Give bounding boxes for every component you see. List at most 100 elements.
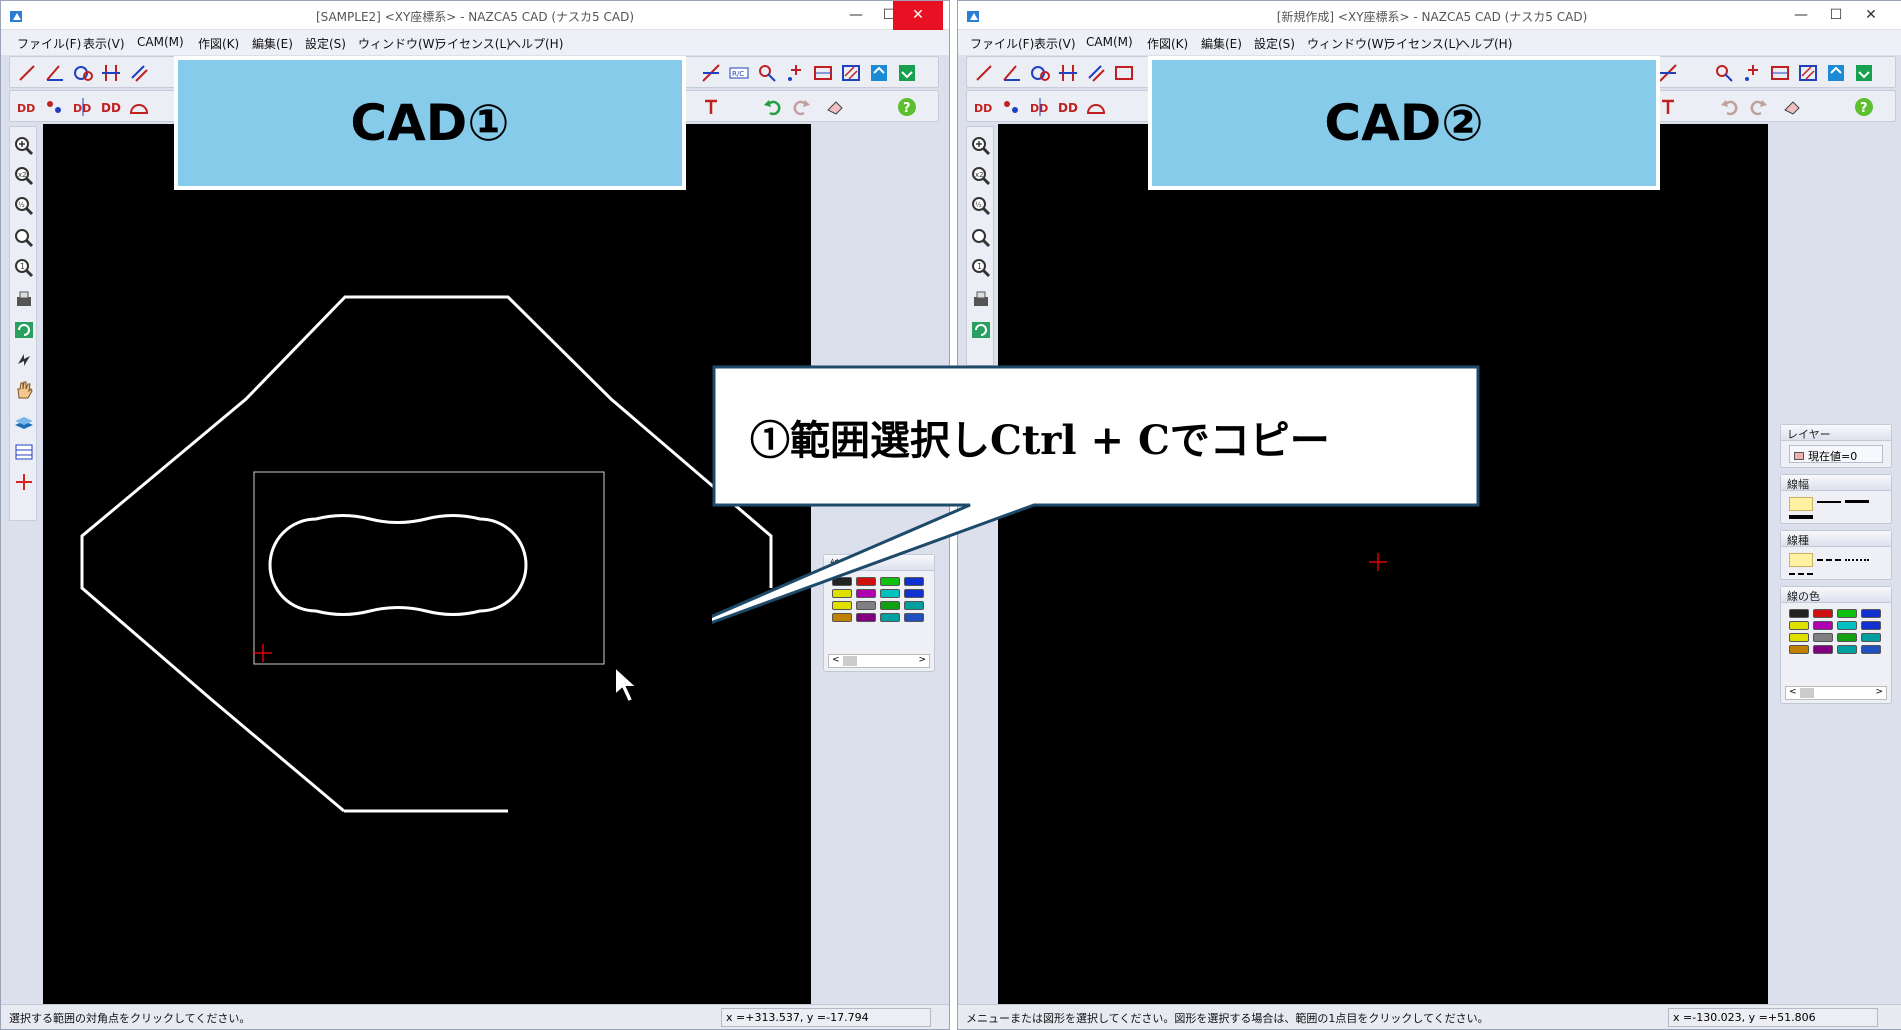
menu-window[interactable]: ウィンドウ(W) [1307, 35, 1388, 52]
close-button[interactable]: ✕ [1848, 1, 1894, 30]
line-width-thin[interactable] [1789, 497, 1813, 511]
color-swatch[interactable] [832, 577, 852, 586]
circle-tool-icon[interactable] [72, 62, 94, 84]
line-type-solid[interactable] [1789, 553, 1813, 567]
zoom-in-icon[interactable] [13, 135, 35, 157]
scroll-thumb[interactable] [843, 656, 857, 666]
scroll-thumb[interactable] [1800, 688, 1814, 698]
dimension-tool-icon[interactable] [812, 62, 834, 84]
line-type-dotted[interactable] [1845, 559, 1869, 561]
menu-help[interactable]: ヘルプ(H) [1458, 35, 1512, 52]
refresh-view-icon[interactable] [970, 319, 992, 341]
mirror-icon[interactable]: DD [1029, 96, 1051, 118]
color-swatch[interactable] [880, 577, 900, 586]
color-swatch[interactable] [1813, 621, 1833, 630]
dot-dimension-icon[interactable]: DD [16, 96, 38, 118]
color-swatch[interactable] [1861, 633, 1881, 642]
color-swatch[interactable] [856, 577, 876, 586]
line-tool-icon[interactable] [16, 62, 38, 84]
dot-align-icon[interactable] [44, 96, 66, 118]
layers-icon[interactable] [13, 411, 35, 433]
refresh-view-icon[interactable] [13, 319, 35, 341]
printer-icon[interactable] [970, 289, 992, 311]
color-swatch[interactable] [1837, 621, 1857, 630]
offset-tool-icon[interactable] [1085, 62, 1107, 84]
zoom-fit-icon[interactable]: 1 [13, 257, 35, 279]
line-type-dashed[interactable] [1817, 559, 1841, 561]
color-swatch[interactable] [856, 589, 876, 598]
swap-icon[interactable] [13, 349, 35, 371]
text-tool-icon[interactable] [1657, 96, 1679, 118]
menu-cam[interactable]: CAM(M) [1086, 35, 1133, 49]
eraser-icon[interactable] [1781, 96, 1803, 118]
printer-icon[interactable] [13, 289, 35, 311]
color-swatch[interactable] [904, 613, 924, 622]
plus-point-icon[interactable] [1741, 62, 1763, 84]
color-swatch[interactable] [904, 589, 924, 598]
color-swatch[interactable] [1813, 645, 1833, 654]
drawing-canvas[interactable] [43, 124, 811, 1004]
angle-line-tool-icon[interactable] [1001, 62, 1023, 84]
duplicate-icon[interactable]: DD [100, 96, 122, 118]
text-tool-icon[interactable] [700, 96, 722, 118]
undo-icon[interactable] [762, 96, 784, 118]
dot-dimension-icon[interactable]: DD [973, 96, 995, 118]
redo-icon[interactable] [790, 96, 812, 118]
point-tool-icon[interactable] [1713, 62, 1735, 84]
menu-view[interactable]: 表示(V) [83, 35, 125, 52]
menu-draw[interactable]: 作図(K) [1147, 35, 1188, 52]
zoom-window-icon[interactable] [13, 227, 35, 249]
layer-current-button[interactable]: 現在値=0 [1789, 445, 1883, 463]
zoom-in-icon[interactable] [970, 135, 992, 157]
zoom-x2-icon[interactable]: x2 [970, 165, 992, 187]
undo-icon[interactable] [1719, 96, 1741, 118]
color-swatch[interactable] [1861, 609, 1881, 618]
parallel-tool-icon[interactable] [100, 62, 122, 84]
line-width-thick[interactable] [1845, 500, 1869, 503]
color-swatch[interactable] [856, 601, 876, 610]
angle-line-tool-icon[interactable] [44, 62, 66, 84]
rc-tool-icon[interactable]: R/C [728, 62, 750, 84]
scroll-left-button[interactable]: < [1789, 687, 1797, 697]
dimension-tool-icon[interactable] [1769, 62, 1791, 84]
color-scrollbar[interactable]: < > [828, 654, 930, 668]
eraser-icon[interactable] [824, 96, 846, 118]
drawing-canvas[interactable] [998, 124, 1768, 1004]
scroll-right-button[interactable]: > [1875, 687, 1883, 697]
menu-settings[interactable]: 設定(S) [1254, 35, 1295, 52]
export-tool-icon[interactable] [868, 62, 890, 84]
color-swatch[interactable] [1813, 633, 1833, 642]
zoom-half-icon[interactable]: ½ [970, 195, 992, 217]
color-swatch[interactable] [1861, 645, 1881, 654]
menu-cam[interactable]: CAM(M) [137, 35, 184, 49]
line-type-chain[interactable] [1789, 573, 1813, 575]
color-swatch[interactable] [880, 589, 900, 598]
circle-tool-icon[interactable] [1029, 62, 1051, 84]
color-swatch[interactable] [904, 601, 924, 610]
plus-point-icon[interactable] [784, 62, 806, 84]
color-swatch[interactable] [1861, 621, 1881, 630]
pan-hand-icon[interactable] [13, 379, 35, 401]
color-swatch[interactable] [1837, 645, 1857, 654]
color-swatch[interactable] [880, 613, 900, 622]
trim-tool-icon[interactable] [700, 62, 722, 84]
color-swatch[interactable] [832, 589, 852, 598]
point-tool-icon[interactable] [756, 62, 778, 84]
scroll-right-button[interactable]: > [918, 655, 926, 665]
color-swatch[interactable] [832, 613, 852, 622]
duplicate-icon[interactable]: DD [1057, 96, 1079, 118]
hatch-tool-icon[interactable] [1797, 62, 1819, 84]
color-swatch[interactable] [856, 613, 876, 622]
import-tool-icon[interactable] [1853, 62, 1875, 84]
dot-align-icon[interactable] [1001, 96, 1023, 118]
color-swatch[interactable] [1789, 633, 1809, 642]
color-swatch[interactable] [1789, 609, 1809, 618]
color-swatch[interactable] [832, 601, 852, 610]
protractor-icon[interactable] [128, 96, 150, 118]
color-swatch[interactable] [1789, 621, 1809, 630]
menu-settings[interactable]: 設定(S) [305, 35, 346, 52]
color-scrollbar[interactable]: < > [1785, 686, 1887, 700]
menu-edit[interactable]: 編集(E) [1201, 35, 1242, 52]
color-swatch[interactable] [1813, 609, 1833, 618]
zoom-window-icon[interactable] [970, 227, 992, 249]
